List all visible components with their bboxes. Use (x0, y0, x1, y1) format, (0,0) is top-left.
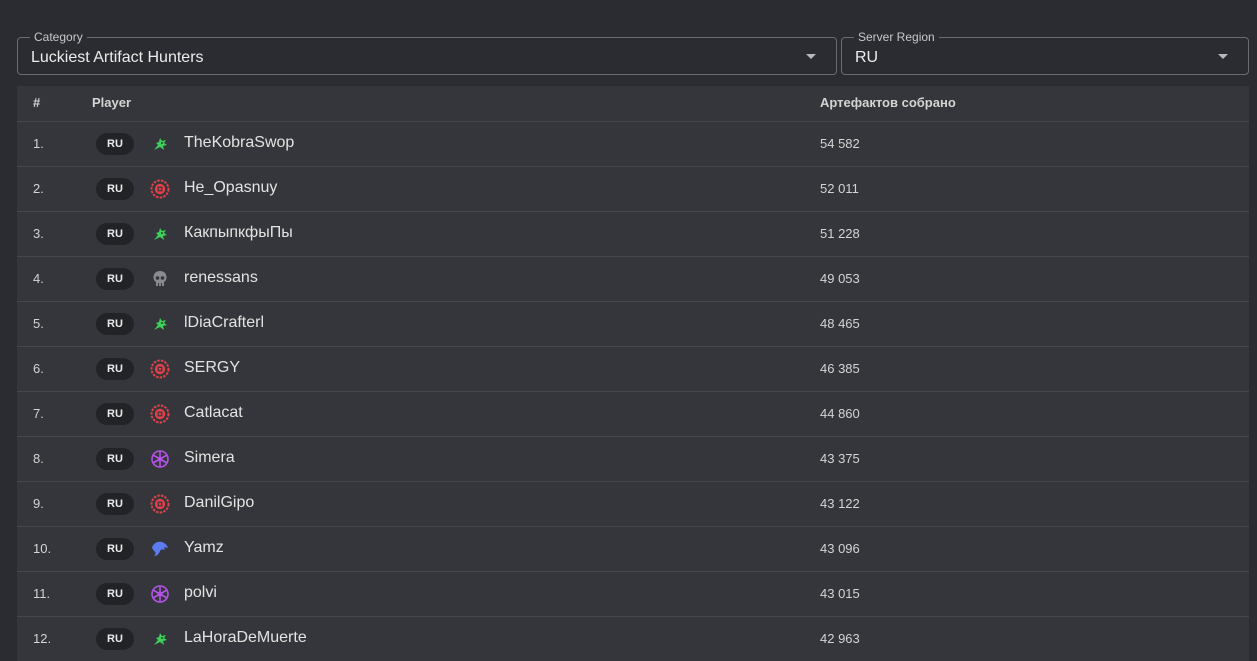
green-dragon-icon (150, 134, 170, 154)
region-badge: RU (96, 133, 134, 155)
rank: 6. (33, 361, 44, 376)
server-region-label: Server Region (854, 30, 939, 44)
server-region-value: RU (855, 49, 879, 66)
table-row[interactable]: 9. RU DanilGipo 43 122 (17, 482, 1249, 527)
artifacts-value: 43 122 (820, 496, 860, 511)
rank: 7. (33, 406, 44, 421)
rank: 12. (33, 631, 52, 646)
table-body: 1. RU TheKobraSwop 54 582 2. RU He_Opasnuy 52 0… (17, 122, 1249, 661)
region-badge: RU (96, 178, 134, 200)
region-badge: RU (96, 448, 134, 470)
red-shield-icon (150, 359, 170, 379)
artifacts-value: 48 465 (820, 316, 860, 331)
artifacts-value: 44 860 (820, 406, 860, 421)
rank: 1. (33, 136, 44, 151)
green-dragon-icon (150, 224, 170, 244)
player-name[interactable]: renessans (184, 269, 258, 287)
player-name[interactable]: Catlacat (184, 404, 243, 422)
artifacts-value: 43 096 (820, 541, 860, 556)
table-row[interactable]: 10. RU Yamz 43 096 (17, 527, 1249, 572)
player-name[interactable]: SERGY (184, 359, 240, 377)
table-row[interactable]: 3. RU КакпыпкфыПы 51 228 (17, 212, 1249, 257)
red-shield-icon (150, 494, 170, 514)
rank: 10. (33, 541, 52, 556)
table-row[interactable]: 12. RU LaHoraDeMuerte 42 963 (17, 617, 1249, 661)
red-shield-icon (150, 179, 170, 199)
player-name[interactable]: TheKobraSwop (184, 134, 294, 152)
rank-column-header: # (33, 95, 41, 110)
player-name[interactable]: polvi (184, 584, 217, 602)
category-label: Category (30, 30, 87, 44)
artifacts-value: 49 053 (820, 271, 860, 286)
player-name[interactable]: He_Opasnuy (184, 179, 277, 197)
player-name[interactable]: Simera (184, 449, 235, 467)
player-name[interactable]: lDiaCrafterl (184, 314, 264, 332)
purple-star-icon (150, 584, 170, 604)
region-badge: RU (96, 628, 134, 650)
table-row[interactable]: 6. RU SERGY 46 385 (17, 347, 1249, 392)
table-row[interactable]: 1. RU TheKobraSwop 54 582 (17, 122, 1249, 167)
table-header: # Player Артефактов собрано (17, 86, 1249, 122)
artifacts-value: 52 011 (820, 181, 859, 196)
region-badge: RU (96, 583, 134, 605)
table-row[interactable]: 5. RU lDiaCrafterl 48 465 (17, 302, 1249, 347)
table-row[interactable]: 11. RU polvi 43 015 (17, 572, 1249, 617)
category-select[interactable]: Category Luckiest Artifact Hunters (17, 30, 837, 75)
region-badge: RU (96, 313, 134, 335)
skull-icon (150, 269, 170, 289)
dropdown-arrow-icon[interactable] (806, 54, 816, 59)
rank: 5. (33, 316, 44, 331)
table-row[interactable]: 8. RU Simera 43 375 (17, 437, 1249, 482)
artifacts-value: 43 375 (820, 451, 860, 466)
region-badge: RU (96, 223, 134, 245)
rank: 8. (33, 451, 44, 466)
rank: 3. (33, 226, 44, 241)
rank: 2. (33, 181, 44, 196)
player-name[interactable]: Yamz (184, 539, 224, 557)
red-shield-icon (150, 404, 170, 424)
artifacts-value: 54 582 (820, 136, 860, 151)
green-dragon-icon (150, 314, 170, 334)
table-row[interactable]: 7. RU Catlacat 44 860 (17, 392, 1249, 437)
green-dragon-icon (150, 629, 170, 649)
player-column-header: Player (92, 95, 132, 110)
region-badge: RU (96, 268, 134, 290)
artifacts-column-header[interactable]: Артефактов собрано (820, 95, 956, 110)
dropdown-arrow-icon[interactable] (1218, 54, 1228, 59)
region-badge: RU (96, 403, 134, 425)
blue-eagle-icon (150, 539, 170, 559)
leaderboard-page: Category Luckiest Artifact Hunters Serve… (0, 0, 1257, 661)
rank: 11. (33, 586, 51, 601)
artifacts-value: 42 963 (820, 631, 860, 646)
artifacts-value: 46 385 (820, 361, 860, 376)
cut-off-heading (480, 0, 800, 5)
rank: 4. (33, 271, 44, 286)
table-row[interactable]: 2. RU He_Opasnuy 52 011 (17, 167, 1249, 212)
player-name[interactable]: КакпыпкфыПы (184, 224, 293, 242)
player-name[interactable]: DanilGipo (184, 494, 254, 512)
server-region-select[interactable]: Server Region RU (841, 30, 1249, 75)
region-badge: RU (96, 493, 134, 515)
region-badge: RU (96, 538, 134, 560)
purple-star-icon (150, 449, 170, 469)
region-badge: RU (96, 358, 134, 380)
artifacts-value: 51 228 (820, 226, 860, 241)
artifacts-value: 43 015 (820, 586, 860, 601)
category-value: Luckiest Artifact Hunters (31, 49, 204, 66)
table-row[interactable]: 4. RU renessans 49 053 (17, 257, 1249, 302)
leaderboard-table: # Player Артефактов собрано 1. RU TheKobra… (17, 86, 1249, 661)
player-name[interactable]: LaHoraDeMuerte (184, 629, 307, 647)
rank: 9. (33, 496, 44, 511)
